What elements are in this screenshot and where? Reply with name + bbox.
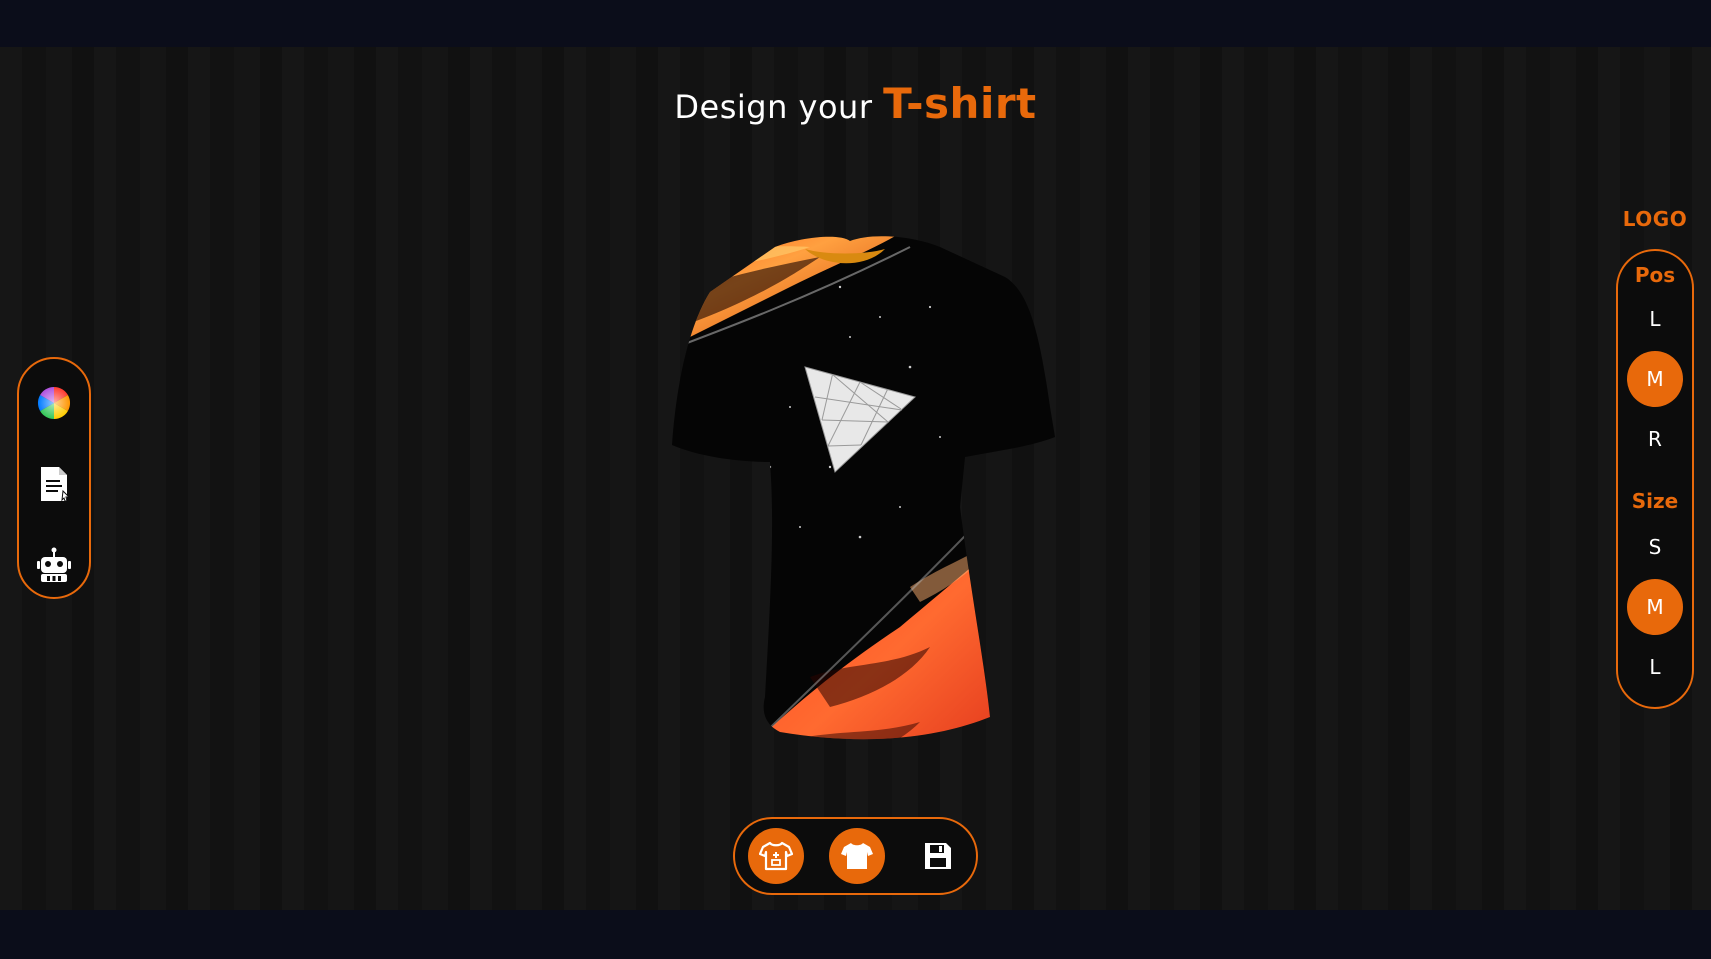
color-wheel-icon	[37, 386, 71, 420]
logo-shirt-button[interactable]	[748, 828, 804, 884]
ai-generate-button[interactable]	[32, 543, 76, 587]
position-option-right[interactable]: R	[1627, 411, 1683, 467]
file-icon	[41, 467, 71, 502]
page-title: Design your T-shirt	[0, 79, 1711, 128]
position-heading: Pos	[1634, 263, 1676, 287]
color-picker-button[interactable]	[32, 381, 76, 425]
save-button[interactable]	[910, 828, 966, 884]
full-shirt-button[interactable]	[829, 828, 885, 884]
logo-shirt-icon	[759, 841, 793, 871]
design-canvas: Design your T-shirt LOGO Pos L M R Size …	[0, 47, 1711, 910]
position-option-left[interactable]: L	[1627, 291, 1683, 347]
tshirt-preview[interactable]	[610, 207, 1090, 807]
left-toolbar	[17, 357, 91, 599]
size-option-small[interactable]: S	[1627, 519, 1683, 575]
size-option-medium[interactable]: M	[1627, 579, 1683, 635]
file-picker-button[interactable]	[32, 462, 76, 506]
size-option-large[interactable]: L	[1627, 639, 1683, 695]
tshirt-image	[672, 236, 1055, 740]
save-icon	[925, 843, 951, 869]
position-option-middle[interactable]: M	[1627, 351, 1683, 407]
size-heading: Size	[1631, 489, 1679, 513]
bottom-toolbar	[733, 817, 978, 895]
full-shirt-icon	[841, 843, 873, 869]
robot-icon	[37, 547, 71, 582]
title-accent: T-shirt	[883, 79, 1037, 128]
app-frame: Design your T-shirt LOGO Pos L M R Size …	[0, 0, 1711, 959]
logo-control-panel: Pos L M R Size S M L	[1616, 249, 1694, 709]
logo-panel-label: LOGO	[1622, 207, 1688, 231]
title-prefix: Design your	[674, 88, 873, 126]
